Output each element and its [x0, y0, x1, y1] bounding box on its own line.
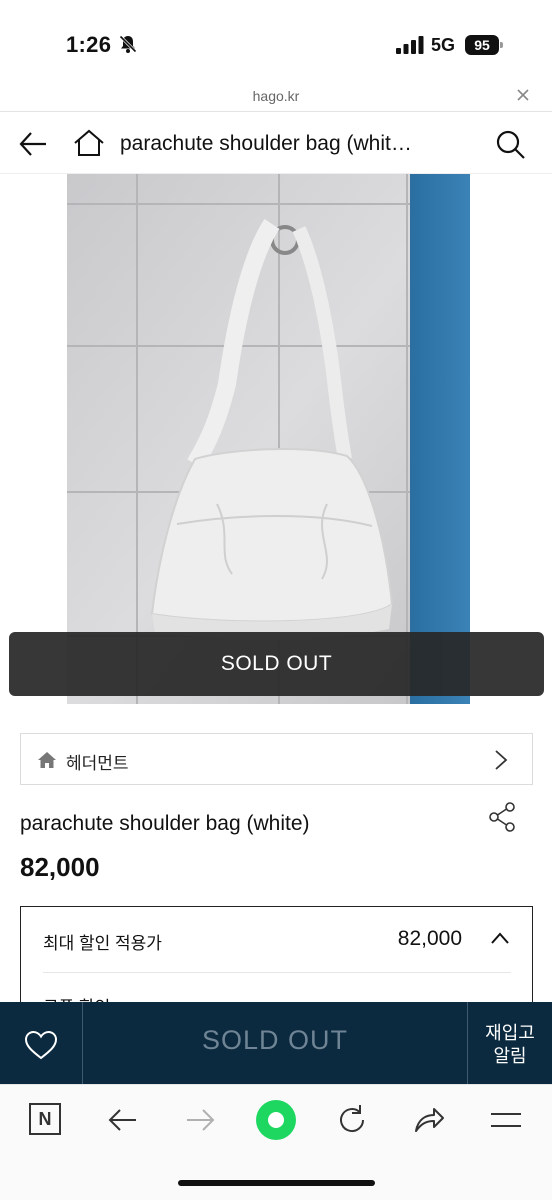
- restock-alert-button[interactable]: 재입고 알림: [467, 1002, 552, 1084]
- restock-label-line1: 재입고: [485, 1023, 535, 1043]
- brand-row[interactable]: 헤더먼트: [20, 733, 533, 785]
- url-bar[interactable]: hago.kr: [0, 84, 552, 112]
- status-bar: 1:26 5G 95: [0, 0, 552, 84]
- heart-icon: [24, 1030, 58, 1060]
- max-discount-value: 82,000: [397, 927, 462, 950]
- page-title: parachute shoulder bag (whit…: [120, 132, 412, 155]
- bell-slash-icon: [119, 35, 137, 53]
- divider: [43, 972, 511, 973]
- url-domain: hago.kr: [252, 88, 300, 104]
- reload-icon[interactable]: [335, 1103, 369, 1137]
- status-time: 1:26: [66, 32, 112, 57]
- chevron-up-icon[interactable]: [490, 931, 510, 945]
- close-icon[interactable]: [514, 86, 532, 104]
- signal-icon: [396, 36, 424, 54]
- sold-out-overlay: SOLD OUT: [9, 632, 544, 696]
- back-arrow-icon[interactable]: [106, 1103, 140, 1137]
- sold-out-button[interactable]: SOLD OUT: [84, 1002, 466, 1084]
- max-discount-label: 최대 할인 적용가: [43, 934, 162, 953]
- network-type: 5G: [431, 35, 456, 55]
- share-icon[interactable]: [488, 802, 516, 832]
- naver-n-icon[interactable]: N: [29, 1103, 61, 1135]
- menu-icon[interactable]: [489, 1103, 523, 1137]
- battery-level: 95: [465, 35, 499, 55]
- product-name: parachute shoulder bag (white): [20, 812, 310, 835]
- back-arrow-icon[interactable]: [18, 130, 48, 158]
- battery-indicator: 95: [465, 35, 503, 55]
- restock-label-line2: 알림: [493, 1046, 527, 1066]
- product-image[interactable]: [67, 174, 470, 704]
- home-icon[interactable]: [73, 128, 105, 158]
- purchase-bar: SOLD OUT 재입고 알림: [0, 1002, 552, 1084]
- page-header: parachute shoulder bag (whit…: [0, 112, 552, 174]
- home-dot-icon[interactable]: [255, 1099, 297, 1141]
- chevron-right-icon: [495, 750, 508, 770]
- shop-home-icon: [38, 752, 56, 768]
- wishlist-button[interactable]: [0, 1002, 83, 1084]
- search-icon[interactable]: [494, 128, 526, 160]
- forward-arrow-icon[interactable]: [183, 1103, 217, 1137]
- brand-name: 헤더먼트: [66, 754, 129, 773]
- product-price: 82,000: [20, 852, 100, 882]
- share-arrow-icon[interactable]: [412, 1103, 446, 1137]
- home-indicator: [178, 1180, 375, 1186]
